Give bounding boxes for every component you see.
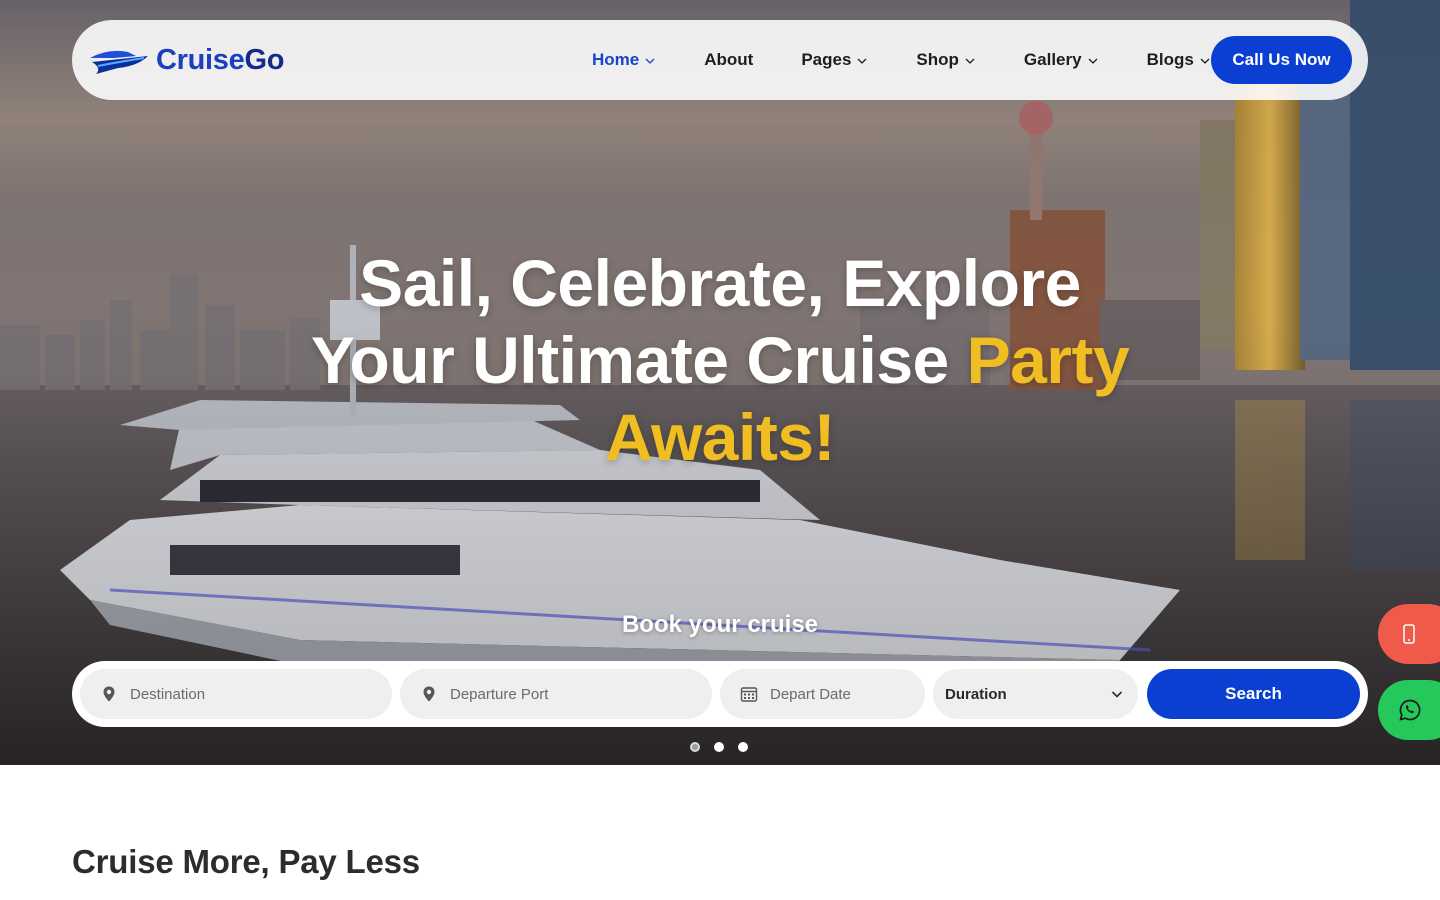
headline-accent-party: Party — [966, 323, 1130, 397]
nav-item-label: Shop — [916, 50, 959, 69]
duration-select[interactable]: Duration — [933, 669, 1138, 719]
cruise-ship-logo-icon — [90, 50, 148, 74]
logo-text-go: Go — [244, 43, 285, 76]
nav-item-blogs[interactable]: Blogs — [1147, 50, 1211, 70]
nav-item-label: Blogs — [1146, 50, 1194, 69]
book-your-cruise-heading: Book your cruise — [621, 611, 819, 638]
depart-date-placeholder: Depart Date — [770, 685, 851, 703]
hero-headline: Sail, Celebrate, Explore Your Ultimate C… — [0, 245, 1440, 476]
depart-date-field[interactable]: Depart Date — [720, 669, 925, 719]
nav-item-pages[interactable]: Pages — [801, 50, 868, 70]
mobile-phone-icon — [1403, 624, 1415, 644]
chevron-down-icon — [645, 58, 655, 64]
nav-item-about[interactable]: About — [704, 50, 753, 70]
nav-menu: Home About Pages Shop Gallery Blogs — [592, 20, 1211, 100]
section-title-cruise-more: Cruise More, Pay Less — [72, 843, 420, 880]
cruise-search-form: Destination Departure Port Depart Date D… — [72, 661, 1368, 727]
chevron-down-icon — [1088, 58, 1098, 64]
hero-slider-dots — [690, 742, 762, 752]
nav-item-gallery[interactable]: Gallery — [1024, 50, 1099, 70]
nav-item-label: Gallery — [1023, 50, 1082, 69]
navbar: CruiseGo Home About Pages Shop Gallery B… — [72, 20, 1368, 100]
duration-selected-value: Duration — [945, 685, 1007, 703]
nav-item-home[interactable]: Home — [592, 50, 656, 70]
nav-item-label: Home — [592, 50, 640, 69]
departure-port-placeholder: Departure Port — [450, 685, 549, 703]
hero-section: CruiseGo Home About Pages Shop Gallery B… — [0, 0, 1440, 765]
chevron-down-icon — [965, 58, 975, 64]
departure-port-field[interactable]: Departure Port — [400, 669, 712, 719]
headline-line-1: Sail, Celebrate, Explore — [359, 246, 1081, 320]
whatsapp-icon — [1399, 699, 1421, 721]
headline-line-2: Your Ultimate Cruise — [310, 323, 967, 397]
nav-item-label: Pages — [801, 50, 852, 69]
map-pin-icon — [103, 686, 115, 702]
logo-text: CruiseGo — [156, 44, 284, 77]
whatsapp-float-button[interactable] — [1378, 680, 1440, 740]
call-float-button[interactable] — [1378, 604, 1440, 664]
destination-placeholder: Destination — [130, 685, 206, 703]
map-pin-icon — [423, 686, 435, 702]
slider-dot-1[interactable] — [690, 742, 700, 752]
chevron-down-icon — [857, 58, 867, 64]
call-us-now-button[interactable]: Call Us Now — [1211, 36, 1352, 84]
chevron-down-icon — [1200, 58, 1210, 64]
destination-field[interactable]: Destination — [80, 669, 392, 719]
slider-dot-2[interactable] — [714, 742, 724, 752]
logo-text-cruise: Cruise — [156, 43, 245, 76]
headline-accent-awaits: Awaits! — [604, 400, 836, 474]
nav-item-shop[interactable]: Shop — [916, 50, 976, 70]
slider-dot-3[interactable] — [738, 742, 748, 752]
search-button[interactable]: Search — [1147, 669, 1360, 719]
chevron-down-icon — [1111, 691, 1123, 698]
logo[interactable]: CruiseGo — [88, 40, 284, 80]
calendar-icon — [740, 687, 758, 702]
nav-item-label: About — [704, 50, 754, 69]
